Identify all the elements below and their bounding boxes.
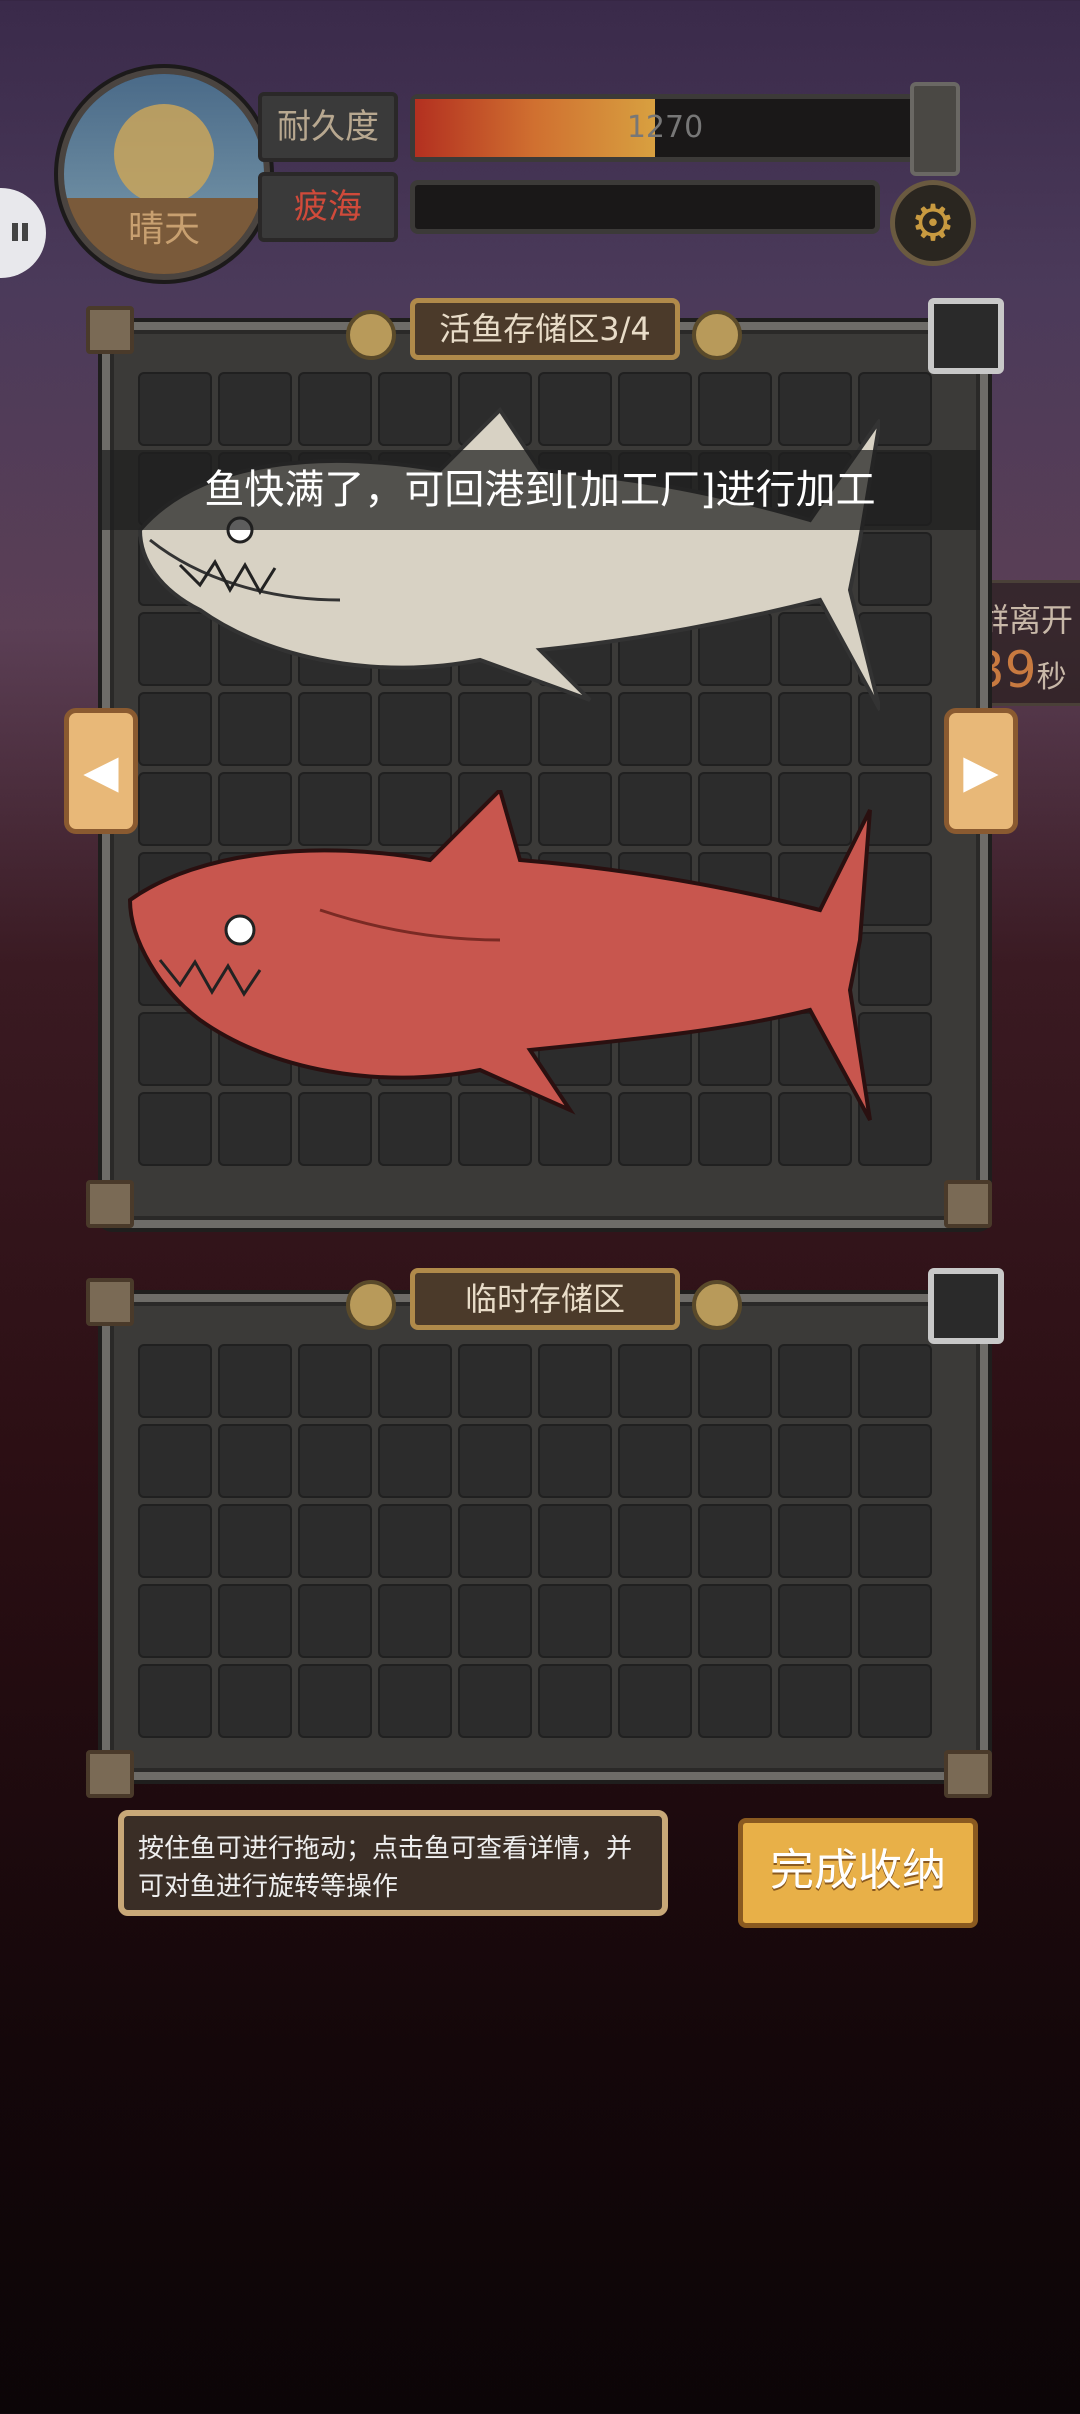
grid-cell[interactable] [138, 1664, 212, 1738]
operation-hint: 按住鱼可进行拖动；点击鱼可查看详情，并可对鱼进行旋转等操作 [118, 1810, 668, 1916]
sun-icon [114, 104, 214, 204]
storage-full-notice: 鱼快满了，可回港到[加工厂]进行加工 [100, 450, 980, 530]
weather-label: 晴天 [127, 209, 200, 250]
grid-cell[interactable] [378, 1424, 452, 1498]
grid-cell[interactable] [218, 1424, 292, 1498]
grid-cell[interactable] [378, 1344, 452, 1418]
grid-cell[interactable] [378, 1584, 452, 1658]
grid-cell[interactable] [538, 1504, 612, 1578]
bolt-icon [346, 1280, 396, 1330]
grid-cell[interactable] [698, 1584, 772, 1658]
status-label: 疲海 [258, 172, 398, 242]
gear-icon[interactable]: ⚙ [890, 180, 976, 266]
weather-indicator: 晴天 [58, 68, 270, 280]
bolt-icon [692, 310, 742, 360]
grid-cell[interactable] [618, 1344, 692, 1418]
temp-storage-grid[interactable] [138, 1344, 932, 1738]
grid-cell[interactable] [378, 1664, 452, 1738]
live-storage-title: 活鱼存储区3/4 [410, 298, 680, 360]
bolt-icon [346, 310, 396, 360]
durability-value: 1270 [626, 110, 704, 145]
grid-cell[interactable] [298, 1424, 372, 1498]
panel-corner [944, 1180, 992, 1228]
durability-label: 耐久度 [258, 92, 398, 162]
grid-cell[interactable] [618, 1584, 692, 1658]
grid-cell[interactable] [778, 1504, 852, 1578]
status-bar [410, 180, 880, 234]
grid-cell[interactable] [538, 1584, 612, 1658]
grid-cell[interactable] [218, 1664, 292, 1738]
grid-cell[interactable] [458, 1344, 532, 1418]
right-arrow-icon[interactable]: ▶ [944, 708, 1018, 834]
grid-cell[interactable] [138, 1424, 212, 1498]
grid-cell[interactable] [538, 1344, 612, 1418]
grid-cell[interactable] [778, 1664, 852, 1738]
temp-storage-title: 临时存储区 [410, 1268, 680, 1330]
grid-cell[interactable] [698, 1504, 772, 1578]
grid-cell[interactable] [698, 1664, 772, 1738]
monitor-icon [928, 298, 1004, 374]
grid-cell[interactable] [218, 1344, 292, 1418]
grid-cell[interactable] [778, 1424, 852, 1498]
grid-cell[interactable] [858, 1504, 932, 1578]
grid-cell[interactable] [778, 1584, 852, 1658]
grid-cell[interactable] [298, 1344, 372, 1418]
grid-cell[interactable] [298, 1584, 372, 1658]
grid-cell[interactable] [858, 1664, 932, 1738]
pause-icon[interactable] [0, 188, 46, 278]
durability-bar: 1270 [410, 94, 920, 162]
left-arrow-icon[interactable]: ◀ [64, 708, 138, 834]
grid-cell[interactable] [138, 1504, 212, 1578]
red-shark-fish[interactable] [120, 790, 880, 1130]
grid-cell[interactable] [138, 1584, 212, 1658]
grid-cell[interactable] [378, 1504, 452, 1578]
panel-corner [86, 1180, 134, 1228]
grid-cell[interactable] [698, 1344, 772, 1418]
grid-cell[interactable] [218, 1584, 292, 1658]
panel-corner [86, 1750, 134, 1798]
bolt-icon [692, 1280, 742, 1330]
grid-cell[interactable] [858, 1584, 932, 1658]
grey-shark-fish[interactable] [120, 390, 880, 730]
grid-cell[interactable] [618, 1504, 692, 1578]
panel-corner [86, 1278, 134, 1326]
grid-cell[interactable] [538, 1664, 612, 1738]
grid-cell[interactable] [218, 1504, 292, 1578]
grid-cell[interactable] [458, 1424, 532, 1498]
grid-cell[interactable] [858, 1344, 932, 1418]
grid-cell[interactable] [298, 1504, 372, 1578]
grid-cell[interactable] [858, 1424, 932, 1498]
grid-cell[interactable] [458, 1584, 532, 1658]
monitor-icon [928, 1268, 1004, 1344]
grid-cell[interactable] [698, 1424, 772, 1498]
grid-cell[interactable] [298, 1664, 372, 1738]
grid-cell[interactable] [618, 1424, 692, 1498]
panel-corner [86, 306, 134, 354]
grid-cell[interactable] [538, 1424, 612, 1498]
grid-cell[interactable] [138, 1344, 212, 1418]
bar-endcap [910, 82, 960, 176]
panel-corner [944, 1750, 992, 1798]
finish-storing-button[interactable]: 完成收纳 [738, 1818, 978, 1928]
grid-cell[interactable] [778, 1344, 852, 1418]
grid-cell[interactable] [458, 1664, 532, 1738]
grid-cell[interactable] [618, 1664, 692, 1738]
grid-cell[interactable] [458, 1504, 532, 1578]
